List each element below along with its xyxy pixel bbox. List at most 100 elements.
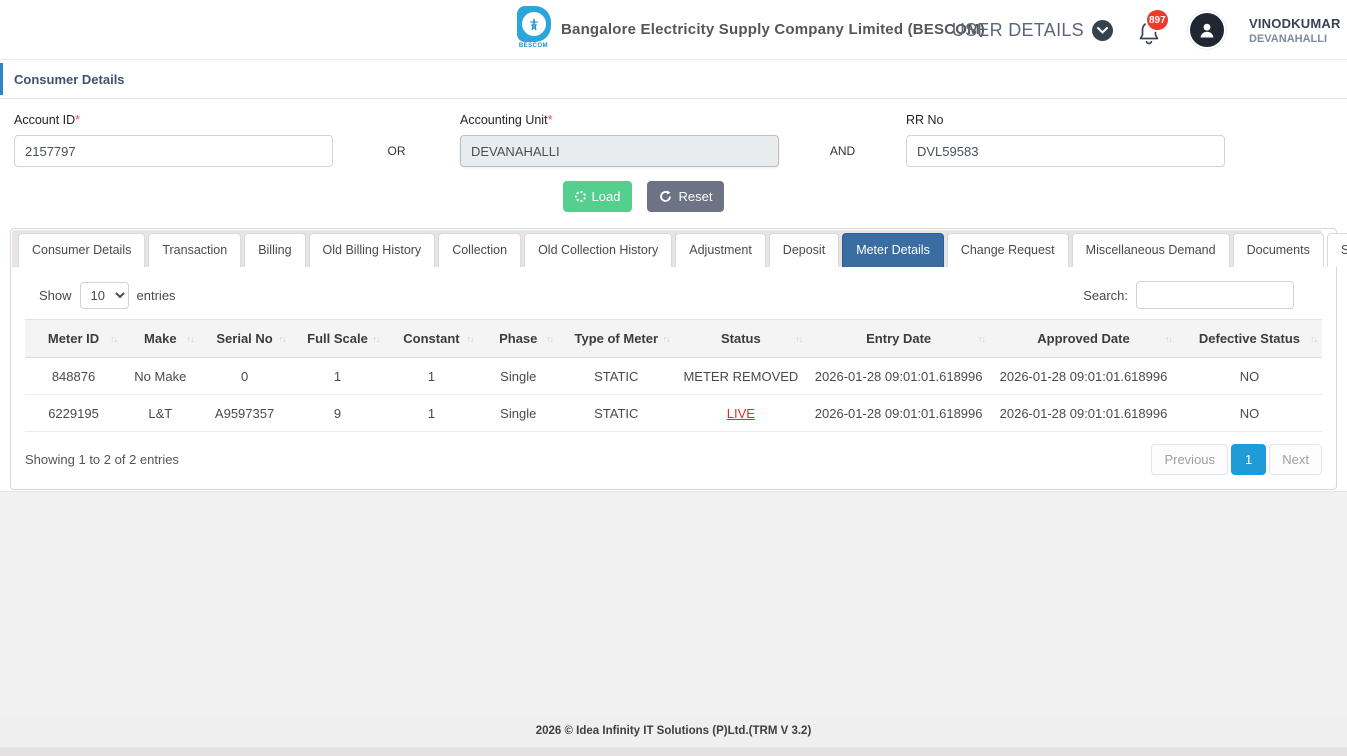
accounting-unit-input[interactable] (460, 135, 779, 167)
required-asterisk: * (75, 113, 80, 127)
tab-miscellaneous-demand[interactable]: Miscellaneous Demand (1072, 233, 1230, 267)
col-constant[interactable]: Constant↑↓ (384, 320, 478, 358)
page-title: Bangalore Electricity Supply Company Lim… (561, 21, 985, 38)
reset-button[interactable]: Reset (647, 181, 724, 212)
table-controls: Show 10 entries Search: (11, 267, 1336, 319)
col-approved-date[interactable]: Approved Date↑↓ (990, 320, 1177, 358)
col-serial-no[interactable]: Serial No↑↓ (199, 320, 291, 358)
cell-serial-no: A9597357 (199, 395, 291, 432)
sort-icon: ↑↓ (279, 334, 286, 344)
accounting-unit-label: Accounting Unit* (460, 113, 779, 127)
next-page-button[interactable]: Next (1269, 444, 1322, 475)
sort-icon: ↑↓ (187, 334, 194, 344)
table-row: 6229195 L&T A9597357 9 1 Single STATIC L… (25, 395, 1322, 432)
breadcrumb-title: Consumer Details (14, 72, 125, 87)
search-label: Search: (1083, 288, 1128, 303)
tab-billing[interactable]: Billing (244, 233, 305, 267)
page-1-button[interactable]: 1 (1231, 444, 1266, 475)
cell-constant: 1 (384, 395, 478, 432)
tab-meter-details[interactable]: Meter Details (842, 233, 944, 267)
col-entry-date[interactable]: Entry Date↑↓ (807, 320, 990, 358)
tab-documents[interactable]: Documents (1233, 233, 1324, 267)
spinner-icon (575, 191, 586, 202)
or-label: OR (333, 144, 460, 158)
cell-full-scale: 1 (291, 358, 385, 395)
sort-icon: ↑↓ (466, 334, 473, 344)
table-row: 848876 No Make 0 1 1 Single STATIC METER… (25, 358, 1322, 395)
content-background (0, 491, 1347, 715)
tab-transaction[interactable]: Transaction (148, 233, 241, 267)
required-asterisk: * (548, 113, 553, 127)
cell-constant: 1 (384, 358, 478, 395)
col-make[interactable]: Make↑↓ (122, 320, 199, 358)
col-status[interactable]: Status↑↓ (675, 320, 808, 358)
cell-defective-status: NO (1177, 358, 1322, 395)
footer: 2026 © Idea Infinity IT Solutions (P)Ltd… (0, 715, 1347, 756)
sort-icon: ↑↓ (795, 334, 802, 344)
account-id-input[interactable] (14, 135, 333, 167)
sort-icon: ↑↓ (546, 334, 553, 344)
refresh-icon (659, 190, 672, 203)
user-details-label: USER DETAILS (952, 20, 1084, 41)
top-bar: BESCOM Bangalore Electricity Supply Comp… (0, 0, 1347, 60)
cell-meter-id: 848876 (25, 358, 122, 395)
cell-serial-no: 0 (199, 358, 291, 395)
col-type-of-meter[interactable]: Type of Meter↑↓ (558, 320, 674, 358)
live-status-link[interactable]: LIVE (727, 406, 755, 421)
table-info: Showing 1 to 2 of 2 entries (25, 452, 179, 467)
tab-old-billing-history[interactable]: Old Billing History (309, 233, 436, 267)
load-button[interactable]: Load (563, 181, 633, 212)
col-meter-id[interactable]: Meter ID↑↓ (25, 320, 122, 358)
tab-old-collection-history[interactable]: Old Collection History (524, 233, 672, 267)
tab-adjustment[interactable]: Adjustment (675, 233, 766, 267)
meter-details-card: Consumer Details Transaction Billing Old… (10, 228, 1337, 490)
notifications-button[interactable]: 897 (1135, 12, 1165, 48)
page-size-select[interactable]: 10 (80, 282, 129, 309)
cell-type-of-meter: STATIC (558, 358, 674, 395)
col-phase[interactable]: Phase↑↓ (478, 320, 558, 358)
rr-no-input[interactable] (906, 135, 1225, 167)
show-label: Show (39, 288, 72, 303)
user-info: VINODKUMAR DEVANAHALLI (1249, 16, 1345, 45)
cell-full-scale: 9 (291, 395, 385, 432)
cell-entry-date: 2026-01-28 09:01:01.618996 (807, 395, 990, 432)
cell-phase: Single (478, 395, 558, 432)
avatar[interactable] (1187, 10, 1227, 50)
accounting-unit-field-group: Accounting Unit* (460, 113, 779, 167)
account-id-field-group: Account ID* (14, 113, 333, 167)
tab-change-request[interactable]: Change Request (947, 233, 1069, 267)
notification-count-badge: 897 (1145, 8, 1170, 32)
previous-page-button[interactable]: Previous (1151, 444, 1228, 475)
rr-no-field-group: RR No (906, 113, 1225, 167)
breadcrumb: Consumer Details (0, 60, 1347, 99)
person-icon (1190, 13, 1224, 47)
cell-approved-date: 2026-01-28 09:01:01.618996 (990, 358, 1177, 395)
meter-details-table: Meter ID↑↓ Make↑↓ Serial No↑↓ Full Scale… (25, 319, 1322, 432)
user-location: DEVANAHALLI (1249, 33, 1345, 45)
search-input[interactable] (1136, 281, 1294, 309)
tab-srtpv-payment-details[interactable]: SRTPV Payment Details (1327, 233, 1347, 267)
tab-deposit[interactable]: Deposit (769, 233, 839, 267)
account-id-label: Account ID* (14, 113, 333, 127)
cell-phase: Single (478, 358, 558, 395)
sort-icon: ↑↓ (372, 334, 379, 344)
sort-icon: ↑↓ (978, 334, 985, 344)
tab-collection[interactable]: Collection (438, 233, 521, 267)
table-header-row: Meter ID↑↓ Make↑↓ Serial No↑↓ Full Scale… (25, 320, 1322, 358)
tab-bar: Consumer Details Transaction Billing Old… (12, 230, 1322, 267)
cell-make: No Make (122, 358, 199, 395)
tab-consumer-details[interactable]: Consumer Details (18, 233, 145, 267)
col-full-scale[interactable]: Full Scale↑↓ (291, 320, 385, 358)
footer-text: 2026 © Idea Infinity IT Solutions (P)Ltd… (536, 725, 812, 737)
cell-make: L&T (122, 395, 199, 432)
cell-entry-date: 2026-01-28 09:01:01.618996 (807, 358, 990, 395)
user-details-dropdown[interactable]: USER DETAILS (952, 20, 1113, 41)
cell-approved-date: 2026-01-28 09:01:01.618996 (990, 395, 1177, 432)
accent-bar (0, 63, 3, 95)
col-defective-status[interactable]: Defective Status↑↓ (1177, 320, 1322, 358)
sort-icon: ↑↓ (110, 334, 117, 344)
entries-label: entries (137, 288, 176, 303)
transmission-tower-icon (526, 16, 542, 32)
chevron-down-icon (1092, 20, 1113, 41)
consumer-search-form: Account ID* OR Accounting Unit* AND RR N… (0, 99, 1347, 228)
